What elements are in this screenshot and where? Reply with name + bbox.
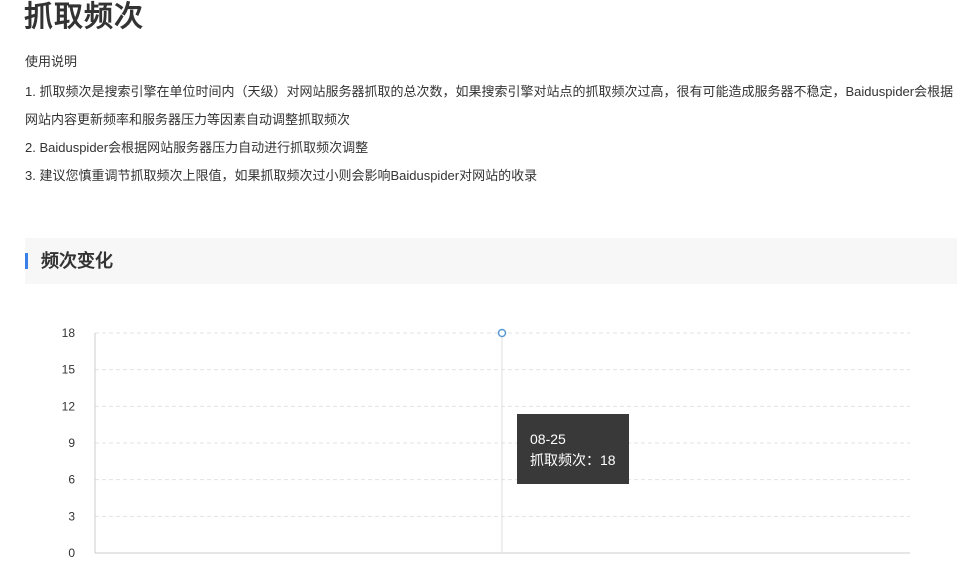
section-header: 频次变化: [25, 238, 957, 284]
y-tick-label: 0: [68, 546, 75, 560]
instruction-item-3: 3. 建议您慎重调节抓取频次上限值，如果抓取频次过小则会影响Baiduspide…: [25, 168, 538, 183]
page-title: 抓取频次: [24, 1, 145, 33]
chart-tooltip: 08-25 抓取频次：18: [517, 414, 629, 484]
y-tick-label: 9: [68, 436, 75, 450]
y-tick-label: 6: [68, 473, 75, 487]
instructions: 使用说明 1. 抓取频次是搜索引擎在单位时间内（天级）对网站服务器抓取的总次数，…: [25, 52, 957, 190]
y-tick-label: 15: [62, 363, 76, 377]
instruction-item-2: 2. Baiduspider会根据网站服务器压力自动进行抓取频次调整: [25, 140, 369, 155]
instruction-item-1: 1. 抓取频次是搜索引擎在单位时间内（天级）对网站服务器抓取的总次数，如果搜索引…: [25, 84, 954, 127]
tooltip-value: 抓取频次：18: [530, 452, 616, 468]
y-tick-label: 12: [62, 399, 76, 413]
y-tick-label: 18: [62, 326, 76, 340]
data-point: [497, 328, 507, 338]
instructions-heading: 使用说明: [25, 54, 78, 69]
section-title: 频次变化: [41, 251, 113, 271]
frequency-chart[interactable]: 0 3 6 9 12 15 18: [0, 300, 957, 574]
section-accent-bar: [25, 253, 28, 269]
tooltip-date: 08-25: [530, 431, 566, 447]
y-tick-label: 3: [68, 509, 75, 523]
